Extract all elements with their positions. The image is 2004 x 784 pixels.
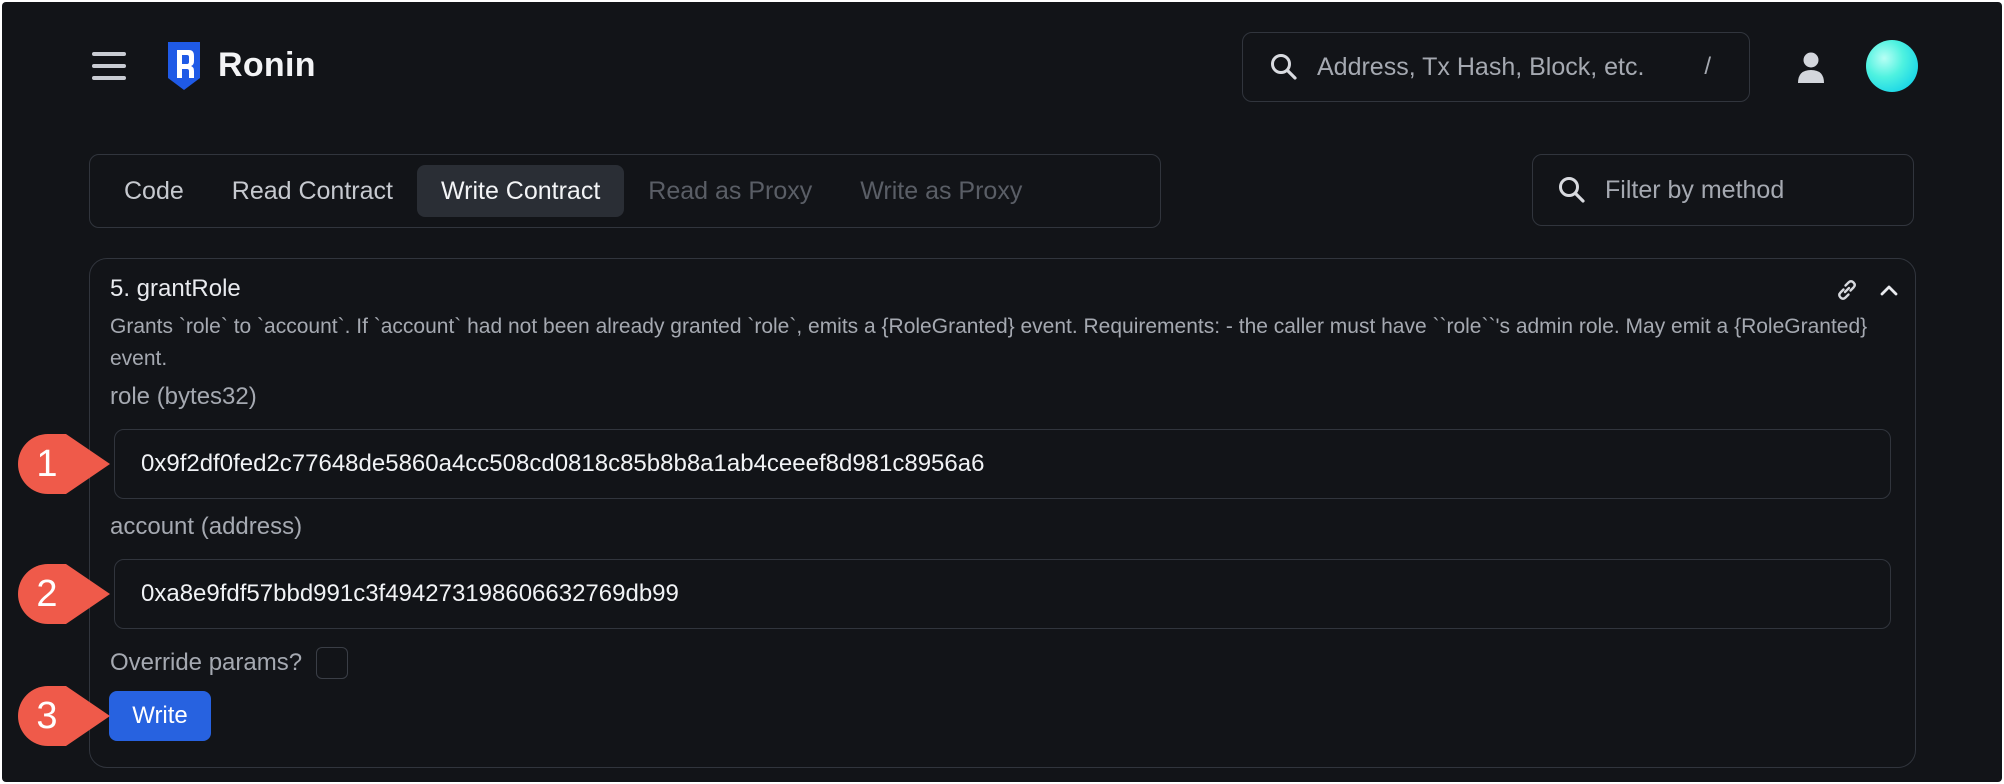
method-title: 5. grantRole [110, 275, 241, 302]
tab-read-contract[interactable]: Read Contract [208, 165, 417, 217]
write-button[interactable]: Write [109, 691, 211, 741]
tab-write-as-proxy[interactable]: Write as Proxy [836, 165, 1046, 217]
search-placeholder: Address, Tx Hash, Block, etc. [1317, 52, 1645, 81]
callout-1-number: 1 [36, 443, 58, 485]
ronin-logo-icon[interactable] [164, 40, 204, 92]
link-icon[interactable] [1834, 277, 1860, 303]
override-params-label: Override params? [110, 649, 303, 676]
search-shortcut-key: / [1704, 53, 1711, 80]
brand-name[interactable]: Ronin [218, 46, 316, 85]
hamburger-menu-icon[interactable] [92, 52, 126, 82]
search-icon [1559, 177, 1585, 203]
contract-tabs: Code Read Contract Write Contract Read a… [89, 154, 1161, 228]
tab-read-as-proxy[interactable]: Read as Proxy [624, 165, 836, 217]
account-input[interactable] [141, 580, 1890, 608]
step-callout-2: 2 [16, 562, 112, 626]
chevron-up-icon[interactable] [1878, 279, 1900, 301]
user-icon[interactable] [1796, 50, 1826, 84]
method-card-grant-role: 5. grantRole Grants `role` to `account`.… [89, 258, 1916, 768]
role-input[interactable] [141, 450, 1890, 478]
step-callout-1: 1 [16, 432, 112, 496]
role-label: role (bytes32) [110, 383, 257, 410]
global-search-input[interactable]: Address, Tx Hash, Block, etc. / [1242, 32, 1750, 102]
account-field[interactable] [114, 559, 1891, 629]
app-window: Ronin Address, Tx Hash, Block, etc. / Co… [2, 2, 2002, 782]
tab-write-contract[interactable]: Write Contract [416, 165, 625, 217]
callout-3-number: 3 [36, 695, 58, 737]
filter-by-method-input[interactable]: Filter by method [1532, 154, 1914, 226]
account-label: account (address) [110, 513, 303, 540]
method-description: Grants `role` to `account`. If `account`… [110, 315, 1868, 370]
filter-placeholder: Filter by method [1605, 175, 1785, 204]
role-field[interactable] [114, 429, 1891, 499]
override-params-checkbox[interactable] [316, 647, 349, 679]
step-callout-3: 3 [16, 684, 112, 748]
avatar[interactable] [1866, 40, 1918, 92]
override-params-row: Override params? [110, 647, 349, 679]
search-icon [1271, 54, 1297, 80]
tab-code[interactable]: Code [100, 165, 208, 217]
callout-2-number: 2 [36, 573, 58, 615]
